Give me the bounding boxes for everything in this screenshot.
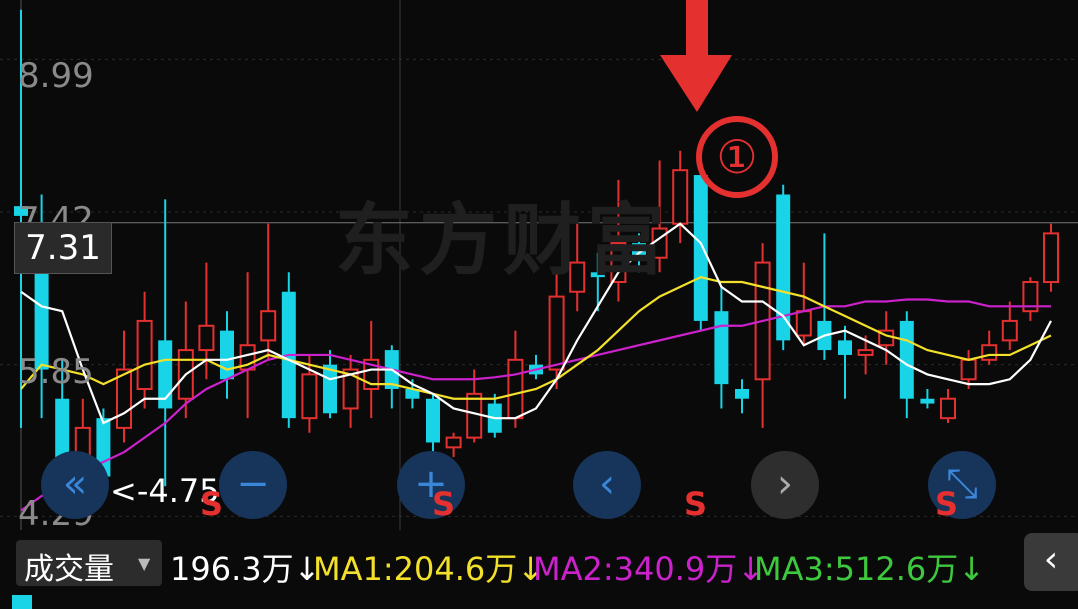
candle-body [838, 340, 852, 355]
rewind-double-left-icon: « [62, 461, 88, 507]
candle-body [445, 436, 462, 449]
candle-body [960, 358, 977, 381]
volume-value: 196.3万↓ [170, 550, 321, 588]
volume-ma3-value: MA3:512.6万↓ [754, 550, 986, 588]
candle-body [116, 368, 132, 429]
candle-body [426, 398, 440, 443]
annotation-arrow-head [660, 55, 732, 112]
scroll-right-button[interactable]: › [751, 451, 819, 519]
candle-body [323, 364, 337, 414]
volume-ma2-value: MA2:340.9万↓ [533, 550, 765, 588]
volume-ma1-value: MA1:204.6万↓ [313, 550, 545, 588]
scroll-left-button[interactable]: ‹ [573, 451, 641, 519]
sell-signal-marker: S [200, 485, 224, 523]
candle-body [55, 398, 70, 458]
candle-body [548, 295, 565, 371]
candle-body [301, 373, 318, 420]
candle-body [940, 397, 956, 420]
indicator-selector-dropdown[interactable]: 成交量 ▼ [16, 540, 162, 587]
sell-signal-marker: S [684, 485, 708, 523]
chevron-left-icon: ‹ [1043, 539, 1059, 580]
y-axis-label-lower: 5.85 [18, 352, 94, 392]
candle-body [260, 310, 277, 342]
candle-body [466, 392, 483, 439]
indicator-selector-label: 成交量 [24, 552, 114, 587]
zoom-out-button[interactable]: − [219, 451, 287, 519]
sell-signal-marker: S [432, 485, 456, 523]
candle-body [1001, 319, 1018, 342]
watermark-text: 东方财富 [335, 195, 672, 286]
ma-line-yellow [20, 275, 1052, 400]
circled-number-annotation: ① [696, 116, 778, 198]
candle-body [776, 194, 791, 341]
candle-body [981, 344, 998, 361]
rewind-double-left-button[interactable]: « [41, 451, 109, 519]
candle-body [857, 349, 874, 356]
candle-body [714, 311, 729, 385]
candle-body [735, 388, 749, 399]
caret-down-icon: ▼ [138, 554, 151, 573]
candle-body [899, 320, 914, 399]
sell-signal-marker: S [935, 485, 959, 523]
candle-body [507, 358, 524, 420]
candle-body [672, 169, 689, 225]
zoom-out-minus-icon: − [236, 461, 270, 507]
candle-body [795, 310, 812, 337]
kline-chart-area[interactable]: 东方财富 8.99 7.42 5.85 4.29 7.31 ① <-4.75 «… [0, 0, 1078, 609]
crosshair-price-label: 7.31 [14, 222, 112, 274]
candle-body [920, 398, 935, 404]
candle-body [198, 324, 215, 352]
annotation-arrow-shaft [686, 0, 708, 60]
candle-body [693, 175, 708, 321]
chevron-left-icon: ‹ [599, 461, 615, 507]
candle-body [1043, 232, 1059, 284]
candle-body [220, 330, 234, 380]
collapse-panel-button[interactable]: ‹ [1024, 533, 1078, 591]
y-axis-label-top: 8.99 [18, 56, 94, 96]
chevron-right-icon: › [777, 461, 793, 507]
candle-body [136, 319, 153, 390]
volume-bar-sliver [12, 595, 32, 609]
